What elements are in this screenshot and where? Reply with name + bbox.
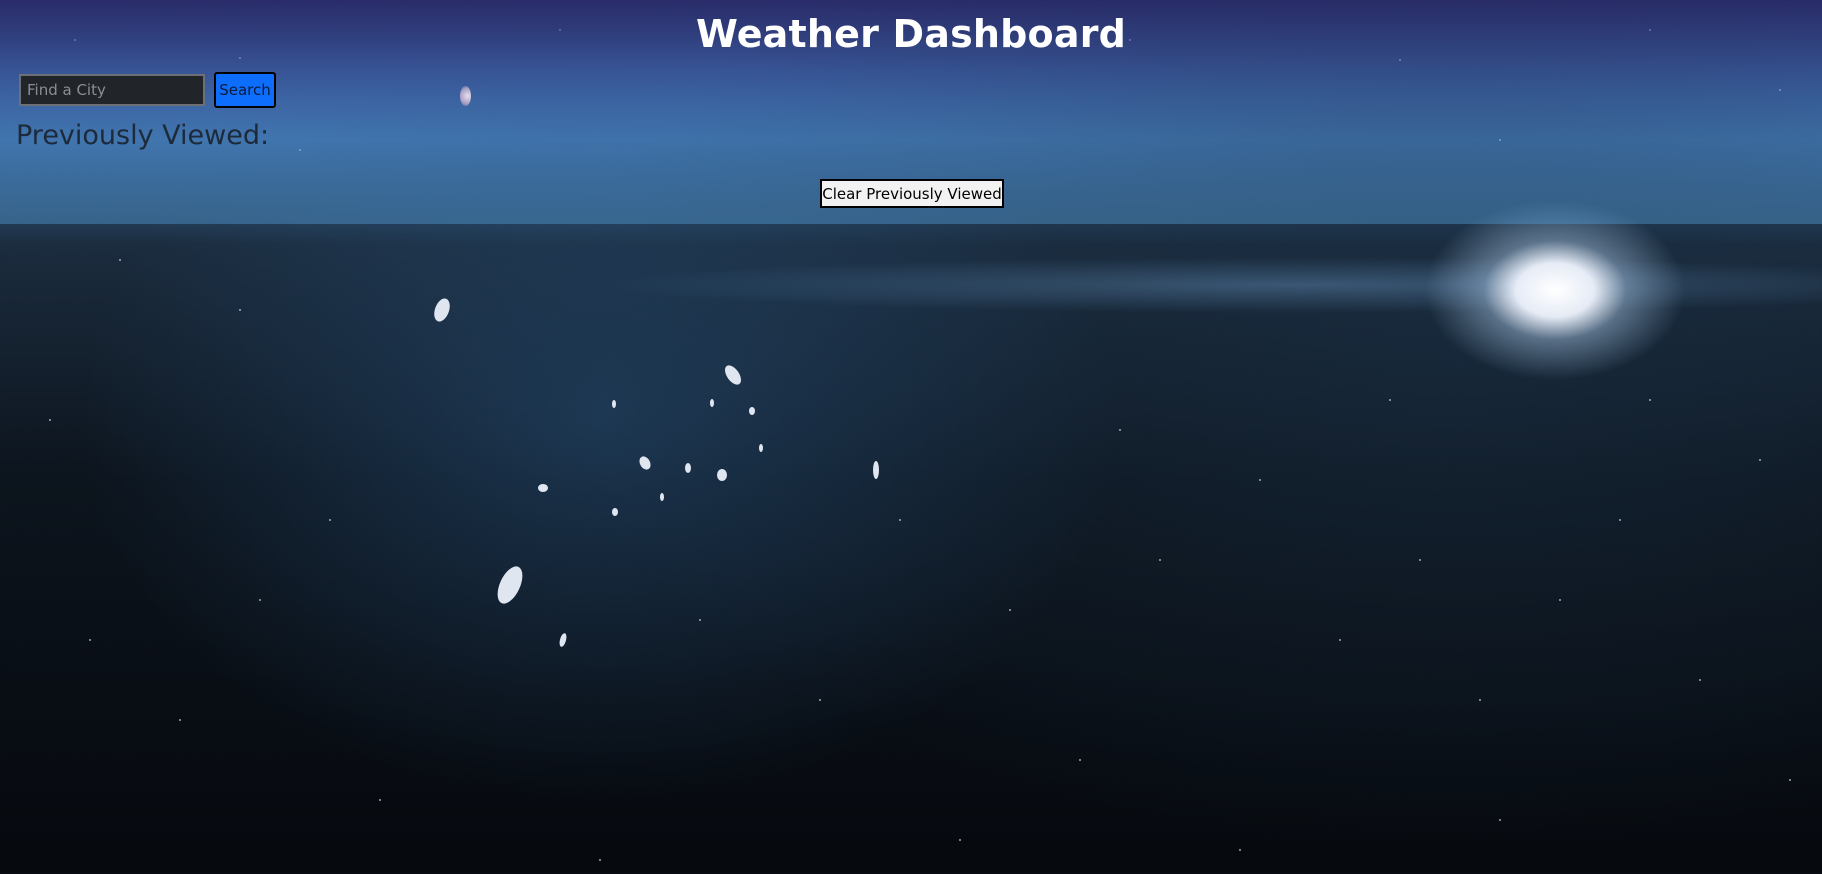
previously-viewed-heading: Previously Viewed:: [16, 120, 270, 151]
moon-decoration: [460, 86, 471, 106]
clear-previously-viewed-button[interactable]: Clear Previously Viewed: [820, 179, 1004, 208]
search-button[interactable]: Search: [214, 72, 276, 108]
city-search-input[interactable]: [19, 74, 205, 106]
page-title: Weather Dashboard: [695, 12, 1127, 56]
search-bar: Search: [19, 72, 276, 108]
